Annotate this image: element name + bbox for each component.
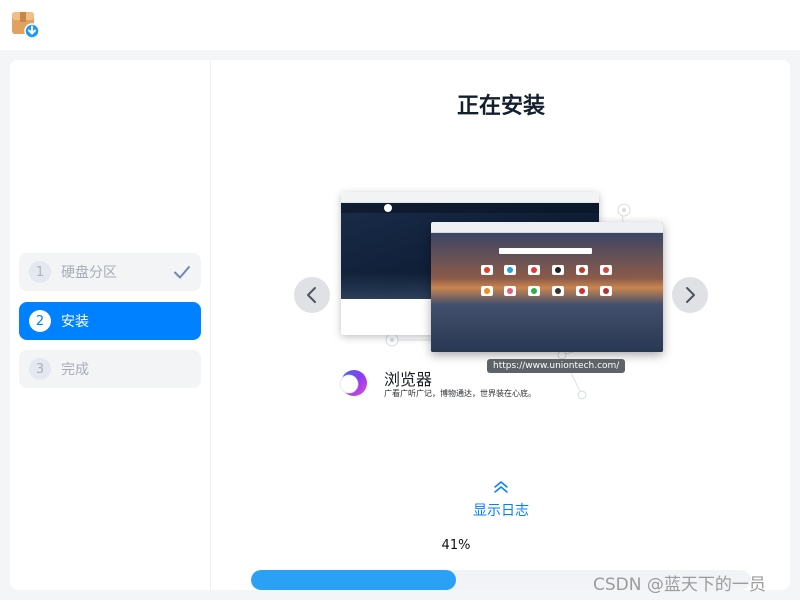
browser-logo-icon [339,370,367,396]
speed-dial-tile [528,265,540,275]
step-disk-partition: 1 硬盘分区 [19,253,201,291]
previous-slide-button[interactable] [294,277,330,313]
speed-dial-tile [576,265,588,275]
browser-search-box [499,248,592,254]
feature-slide: https://www.uniontech.com/ 浏览器 广看广听广记，博物… [332,185,672,415]
speed-dial-tile [481,265,493,275]
speed-dial-tile [504,265,516,275]
screenshot-tabbar [341,192,599,203]
step-number: 2 [29,310,51,332]
check-icon [174,266,190,279]
url-tooltip: https://www.uniontech.com/ [487,359,626,373]
website-nav [341,203,599,213]
progress-fill [251,570,456,590]
speed-dial-tile [600,286,612,296]
website-city [341,272,431,299]
step-label: 完成 [61,362,89,378]
slide-app-description: 广看广听广记，博物通达，世界装在心底。 [384,389,536,398]
page-title: 正在安装 [456,94,545,119]
step-label: 硬盘分区 [61,265,117,281]
step-sidebar: 1 硬盘分区 2 安装 3 完成 [10,60,211,590]
step-number: 1 [29,261,51,283]
chevron-left-icon [307,287,316,303]
show-log-button[interactable]: 显示日志 [452,480,550,528]
speed-dial-tile [552,265,564,275]
step-finish: 3 完成 [19,350,201,388]
title-bar [0,0,800,50]
installer-package-icon [12,12,39,38]
speed-dial-tile [552,286,564,296]
watermark: CSDN @蓝天下的一员 [593,575,766,595]
step-number: 3 [29,358,51,380]
install-main: 正在安装 https://www.uniontech.com/ 浏览器 广看广听… [212,60,790,590]
installer-panel: 1 硬盘分区 2 安装 3 完成 正在安装 https://www.uniont… [10,60,790,590]
speed-dial-tile [528,286,540,296]
chevron-right-icon [686,287,695,303]
screenshot-browser [431,222,663,352]
double-chevron-up-icon [494,481,508,493]
website-logo [384,204,392,212]
progress-percentage: 41% [441,538,471,553]
speed-dial-tile [600,265,612,275]
step-label: 安装 [61,314,89,330]
speed-dial-tile [481,286,493,296]
next-slide-button[interactable] [672,277,708,313]
slide-app-name: 浏览器 [384,370,433,389]
speed-dial-tile [576,286,588,296]
speed-dial-tile [504,286,516,296]
screenshot-tabbar [431,222,663,233]
show-log-label: 显示日志 [473,503,529,519]
step-install: 2 安装 [19,302,201,340]
